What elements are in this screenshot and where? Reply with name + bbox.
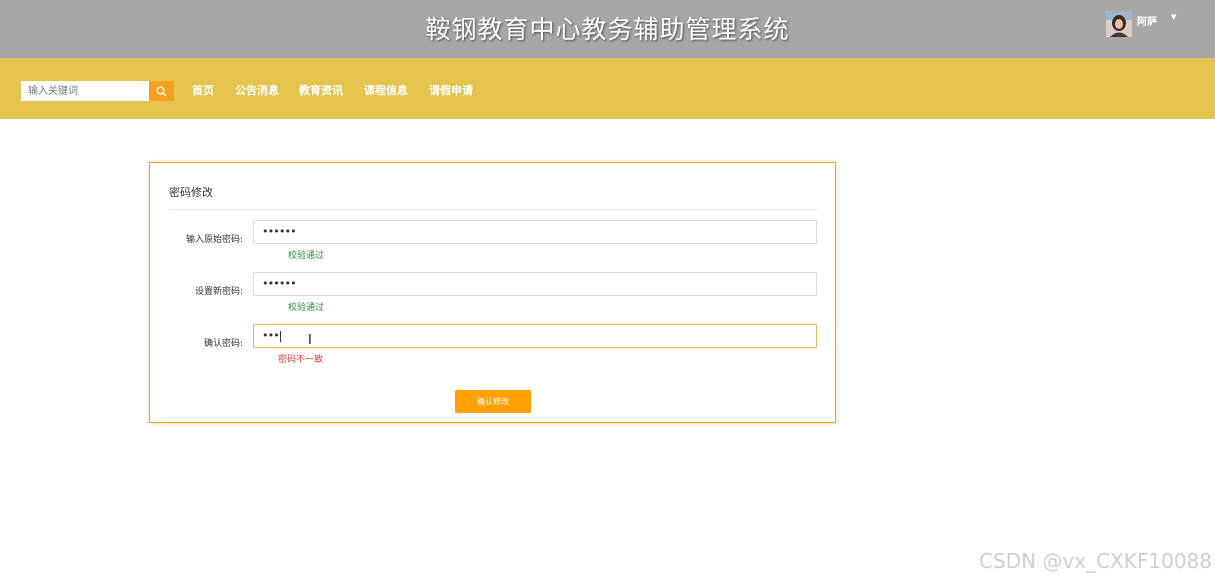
- search-input[interactable]: [21, 81, 149, 101]
- confirm-password-value: •••: [262, 329, 280, 342]
- ibeam-cursor-icon: I: [308, 333, 312, 348]
- confirm-password-hint: 密码不一致: [278, 355, 324, 365]
- nav-item-news[interactable]: 教育资讯: [299, 82, 343, 98]
- text-cursor: [279, 330, 281, 342]
- nav-item-home[interactable]: 首页: [192, 82, 214, 98]
- user-menu[interactable]: 阿萨 ▼: [1106, 11, 1176, 37]
- search-button[interactable]: [149, 81, 174, 101]
- new-password-input[interactable]: ••••••: [253, 272, 817, 296]
- form-title: 密码修改: [169, 186, 213, 199]
- old-password-hint: 校验通过: [288, 251, 325, 261]
- new-password-hint: 校验通过: [288, 303, 325, 313]
- user-name[interactable]: 阿萨: [1137, 13, 1157, 28]
- nav-item-notices[interactable]: 公告消息: [235, 82, 279, 98]
- confirm-password-label: 确认密码:: [203, 339, 243, 349]
- site-title: 鞍钢教育中心教务辅助管理系统: [425, 15, 790, 44]
- old-password-input[interactable]: ••••••: [253, 220, 817, 244]
- divider: [169, 209, 818, 210]
- password-form-card: 密码修改 输入原始密码: •••••• 校验通过 设置新密码: •••••• 校…: [149, 162, 836, 423]
- nav-item-leave[interactable]: 请假申请: [429, 82, 473, 98]
- nav-bar: 首页 公告消息 教育资讯 课程信息 请假申请: [0, 58, 1215, 119]
- submit-button[interactable]: 确认修改: [455, 390, 531, 413]
- caret-down-icon[interactable]: ▼: [1171, 13, 1176, 21]
- old-password-label: 输入原始密码:: [185, 235, 243, 245]
- nav-item-courses[interactable]: 课程信息: [364, 82, 408, 98]
- new-password-label: 设置新密码:: [194, 287, 243, 297]
- top-header: 鞍钢教育中心教务辅助管理系统 阿萨 ▼: [0, 0, 1215, 58]
- search-icon: [156, 86, 167, 96]
- watermark: CSDN @vx_CXKF10088: [979, 549, 1212, 573]
- confirm-password-input[interactable]: •••: [253, 324, 817, 348]
- avatar[interactable]: [1106, 11, 1132, 37]
